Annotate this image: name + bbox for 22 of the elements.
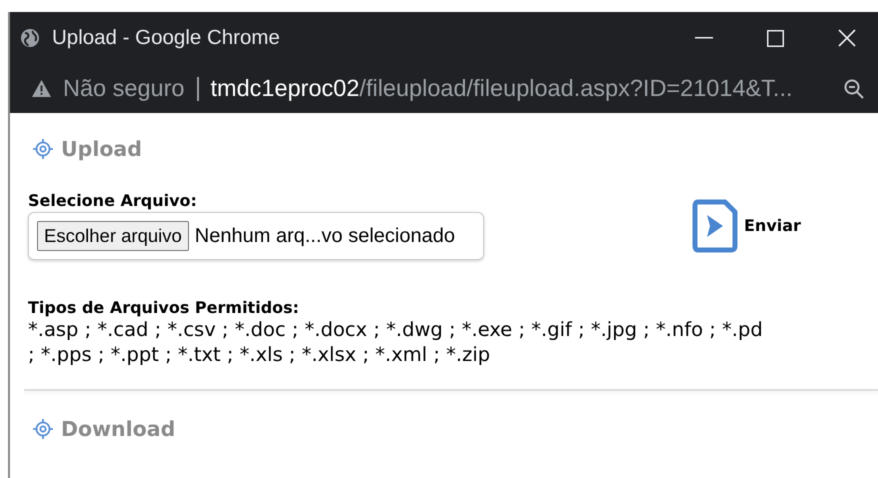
window-title: Upload - Google Chrome xyxy=(52,26,280,50)
address-bar[interactable]: Não seguro tmdc1eproc02/fileupload/fileupload.aspx?ID=21014&T... xyxy=(10,64,878,113)
file-play-icon[interactable] xyxy=(692,198,738,252)
file-input[interactable]: Escolher arquivo Nenhum arq...vo selecionado xyxy=(28,212,484,260)
allowed-types-text: ; *.pps ; *.ppt ; *.txt ; *.xls ; *.xlsx ; *.xml ; *.zip xyxy=(28,342,492,367)
target-icon xyxy=(33,139,53,159)
choose-file-button[interactable]: Escolher arquivo xyxy=(37,221,189,251)
allowed-types-text: *.asp ; *.cad ; *.csv ; *.doc ; *.docx ; *.dwg ; *.exe ; *.gif ; *.jpg ; *.nfo ; *.pd xyxy=(28,317,764,342)
maximize-icon[interactable] xyxy=(767,30,784,46)
field-label: Selecione Arquivo: xyxy=(28,191,198,210)
security-status[interactable]: Não seguro xyxy=(63,75,184,102)
target-icon xyxy=(33,419,53,439)
url-text[interactable]: tmdc1eproc02/fileupload/fileupload.aspx?ID=21014&T... xyxy=(210,75,793,102)
globe-icon xyxy=(20,28,40,48)
section-heading: Upload xyxy=(61,137,142,161)
send-button[interactable]: Enviar xyxy=(744,216,801,235)
zoom-icon[interactable] xyxy=(844,78,864,98)
minimize-icon[interactable] xyxy=(695,37,713,39)
close-icon[interactable] xyxy=(838,29,856,47)
warning-icon xyxy=(32,80,51,97)
allowed-types-label: Tipos de Arquivos Permitidos: xyxy=(28,298,300,317)
section-heading: Download xyxy=(61,417,176,441)
